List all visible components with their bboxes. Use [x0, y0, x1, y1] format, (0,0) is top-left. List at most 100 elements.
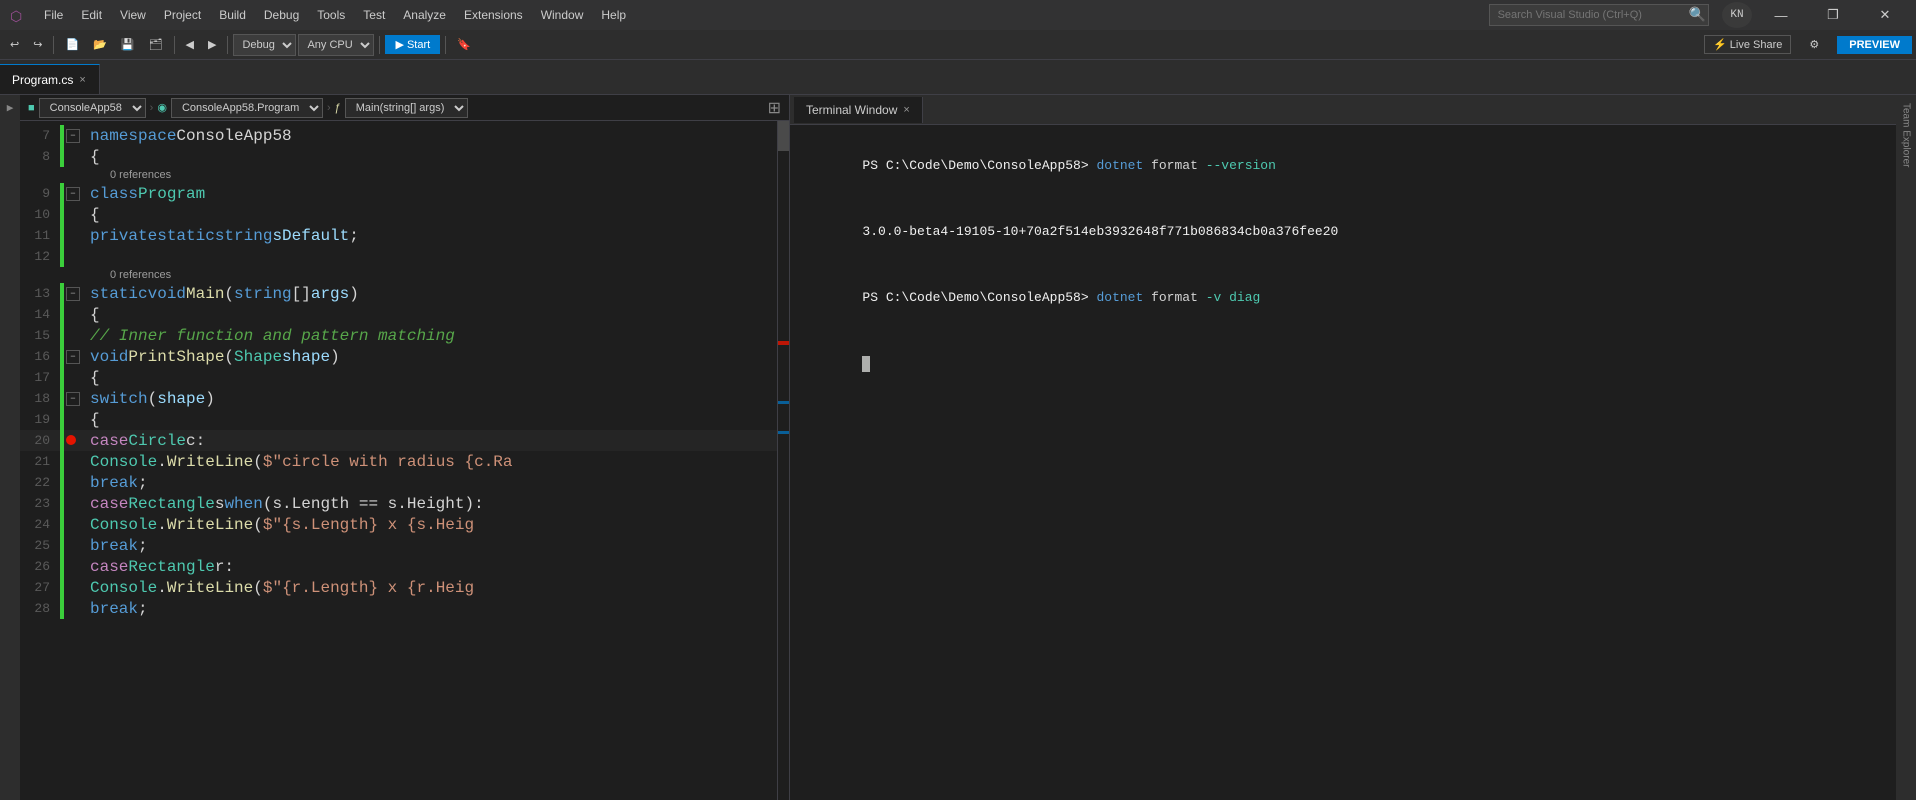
editor-expand-button[interactable]: ⊞: [768, 98, 781, 118]
bc-method-dropdown[interactable]: Main(string[] args): [345, 98, 468, 118]
toolbar-open[interactable]: 📂: [87, 36, 113, 53]
code-line-7: 7 − namespace ConsoleApp58: [20, 125, 777, 146]
menu-test[interactable]: Test: [355, 4, 393, 26]
tab-program-cs-close[interactable]: ×: [79, 74, 85, 86]
scroll-marker-1: [778, 401, 789, 404]
menu-tools[interactable]: Tools: [309, 4, 353, 26]
menu-edit[interactable]: Edit: [73, 4, 110, 26]
terminal-flag-1: --version: [1206, 158, 1276, 173]
line-num-18: 18: [20, 391, 60, 406]
bc-class-dropdown[interactable]: ConsoleApp58.Program: [171, 98, 323, 118]
team-explorer-label[interactable]: Team Explorer: [1899, 99, 1914, 171]
toolbar-bookmark[interactable]: 🔖: [451, 36, 477, 53]
line-num-13: 13: [20, 286, 60, 301]
preview-button[interactable]: PREVIEW: [1837, 36, 1912, 54]
code-line-13: 13 − static void Main(string[] args): [20, 283, 777, 304]
line-num-21: 21: [20, 454, 60, 469]
terminal-tab-close[interactable]: ×: [903, 104, 909, 116]
fold-7[interactable]: −: [66, 129, 80, 143]
debug-config-dropdown[interactable]: Debug: [233, 34, 296, 56]
toolbar-redo[interactable]: ↪: [27, 36, 48, 53]
code-text-25: break;: [90, 537, 777, 555]
breakpoint-20[interactable]: [66, 435, 76, 445]
vs-logo: ⬡: [8, 5, 28, 25]
code-line-8: 8 {: [20, 146, 777, 167]
code-text-14: {: [90, 306, 777, 324]
code-text-26: case Rectangle r:: [90, 558, 777, 576]
git-indicator-17: [60, 367, 64, 388]
bc-project-icon: ■: [28, 102, 35, 114]
margin-12: [60, 246, 90, 267]
activity-expand-icon[interactable]: ▶: [1, 99, 19, 117]
fold-18[interactable]: −: [66, 392, 80, 406]
menu-build[interactable]: Build: [211, 4, 254, 26]
toolbar-save[interactable]: 💾: [115, 36, 141, 53]
line-num-12: 12: [20, 249, 60, 264]
fold-9[interactable]: −: [66, 187, 80, 201]
git-indicator-19: [60, 409, 64, 430]
code-line-19: 19 {: [20, 409, 777, 430]
git-indicator-27: [60, 577, 64, 598]
margin-15: [60, 325, 90, 346]
code-editor[interactable]: 7 − namespace ConsoleApp58 8: [20, 121, 777, 800]
git-indicator-15: [60, 325, 64, 346]
terminal-ps-1: PS: [862, 158, 885, 173]
toolbar-settings[interactable]: ⚙: [1803, 36, 1825, 53]
terminal-tab-label: Terminal Window: [806, 103, 897, 117]
code-text-8: {: [90, 148, 777, 166]
bc-project-dropdown[interactable]: ConsoleApp58: [39, 98, 146, 118]
terminal-tab[interactable]: Terminal Window ×: [794, 97, 923, 123]
bc-method-icon: ƒ: [335, 102, 341, 114]
menu-file[interactable]: File: [36, 4, 71, 26]
start-button[interactable]: ▶ Start: [385, 35, 440, 54]
scroll-marker-2: [778, 431, 789, 434]
menu-view[interactable]: View: [112, 4, 154, 26]
code-line-14: 14 {: [20, 304, 777, 325]
code-line-11: 11 private static string sDefault;: [20, 225, 777, 246]
close-button[interactable]: ✕: [1862, 0, 1908, 30]
toolbar-save-all[interactable]: 🗂: [143, 36, 169, 53]
global-search-input[interactable]: [1489, 4, 1709, 26]
menu-project[interactable]: Project: [156, 4, 209, 26]
terminal-content[interactable]: PS C:\Code\Demo\ConsoleApp58> dotnet for…: [790, 125, 1896, 800]
tab-program-cs[interactable]: Program.cs ×: [0, 64, 100, 94]
toolbar-undo[interactable]: ↩: [4, 36, 25, 53]
toolbar-forward[interactable]: ▶: [202, 36, 222, 53]
user-avatar[interactable]: KN: [1722, 2, 1752, 28]
titlebar-right: 🔍 KN — ❐ ✕: [1489, 0, 1908, 30]
code-text-7: namespace ConsoleApp58: [90, 127, 777, 145]
toolbar-sep-3: [227, 36, 228, 54]
menu-analyze[interactable]: Analyze: [395, 4, 454, 26]
menu-help[interactable]: Help: [593, 4, 634, 26]
fold-16[interactable]: −: [66, 350, 80, 364]
git-indicator-23: [60, 493, 64, 514]
code-line-27: 27 Console.WriteLine($"{r.Length} x {r.H…: [20, 577, 777, 598]
toolbar-back[interactable]: ◀: [180, 36, 200, 53]
terminal-output-1: 3.0.0-beta4-19105-10+70a2f514eb3932648f7…: [862, 224, 1338, 239]
editor-area: ■ ConsoleApp58 › ◉ ConsoleApp58.Program …: [20, 95, 790, 800]
line-num-7: 7: [20, 128, 60, 143]
git-indicator-13: [60, 283, 64, 304]
live-share-button[interactable]: ⚡ Live Share: [1704, 35, 1791, 54]
code-text-27: Console.WriteLine($"{r.Length} x {r.Heig: [90, 579, 777, 597]
editor-scrollbar[interactable]: [777, 121, 789, 800]
cpu-config-dropdown[interactable]: Any CPU: [298, 34, 374, 56]
editor-scrollbar-thumb[interactable]: [778, 121, 789, 151]
menu-debug[interactable]: Debug: [256, 4, 307, 26]
git-indicator-20: [60, 430, 64, 451]
margin-28: [60, 598, 90, 619]
search-icon[interactable]: 🔍: [1689, 7, 1706, 24]
toolbar-new[interactable]: 📄: [59, 36, 85, 53]
menu-window[interactable]: Window: [533, 4, 592, 26]
minimize-button[interactable]: —: [1758, 0, 1804, 30]
tab-bar: Program.cs ×: [0, 60, 1916, 95]
fold-13[interactable]: −: [66, 287, 80, 301]
restore-button[interactable]: ❐: [1810, 0, 1856, 30]
line-num-22: 22: [20, 475, 60, 490]
terminal-args-1: format: [1143, 158, 1205, 173]
line-num-27: 27: [20, 580, 60, 595]
code-line-26: 26 case Rectangle r:: [20, 556, 777, 577]
code-line-12: 12: [20, 246, 777, 267]
menu-extensions[interactable]: Extensions: [456, 4, 531, 26]
toolbar-sep-4: [379, 36, 380, 54]
